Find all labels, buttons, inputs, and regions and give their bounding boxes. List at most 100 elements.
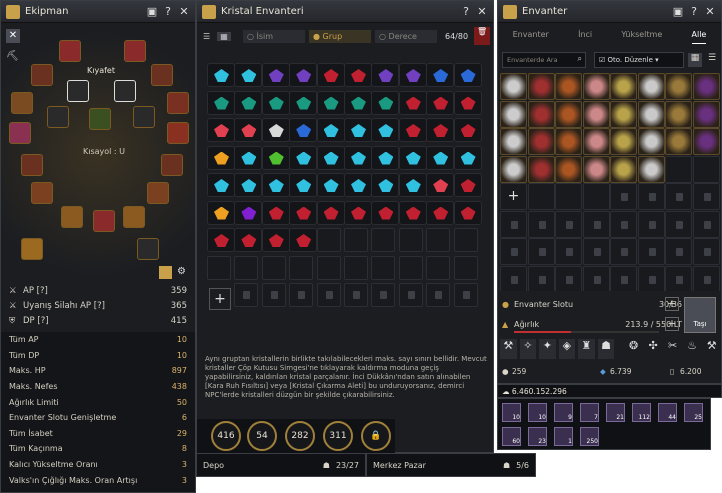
empty-crystal-slot[interactable]: [261, 283, 286, 307]
material-item[interactable]: 9: [554, 403, 573, 422]
empty-crystal-slot[interactable]: [453, 283, 478, 307]
empty-crystal-slot[interactable]: [289, 255, 314, 280]
inventory-item[interactable]: [582, 73, 610, 100]
empty-inventory-slot[interactable]: [555, 265, 582, 291]
page-icon[interactable]: ▣: [146, 5, 158, 18]
search-icon[interactable]: ⌕: [578, 54, 582, 64]
empty-crystal-slot[interactable]: [398, 255, 423, 280]
crystal-slot[interactable]: [371, 200, 400, 225]
crystal-slot[interactable]: [426, 90, 455, 115]
equip-slot[interactable]: [11, 92, 33, 114]
sort-grade-tab[interactable]: ○ Derece: [375, 29, 437, 43]
crystal-slot[interactable]: [453, 118, 482, 142]
equip-slot[interactable]: [47, 106, 69, 128]
inventory-item[interactable]: [555, 128, 582, 155]
tool-icon[interactable]: ✣: [645, 339, 662, 359]
empty-inventory-slot[interactable]: [610, 238, 637, 265]
equip-slot[interactable]: [31, 182, 53, 204]
grid-view-icon[interactable]: ▦: [688, 53, 702, 67]
empty-inventory-slot[interactable]: [582, 183, 610, 210]
empty-inventory-slot[interactable]: [555, 238, 582, 265]
empty-inventory-slot[interactable]: [582, 238, 610, 265]
empty-inventory-slot[interactable]: [500, 265, 527, 291]
crystal-slot[interactable]: [261, 145, 290, 170]
material-item[interactable]: 10: [528, 403, 547, 422]
sort-name-tab[interactable]: ○ İsim: [243, 29, 305, 43]
equip-slot[interactable]: [161, 154, 183, 176]
inventory-item[interactable]: [500, 73, 527, 100]
crystal-slot[interactable]: [316, 200, 345, 225]
empty-inventory-slot[interactable]: [555, 210, 582, 238]
empty-crystal-slot[interactable]: [398, 283, 423, 307]
empty-inventory-slot[interactable]: [692, 238, 720, 265]
material-item[interactable]: 112: [632, 403, 651, 422]
tab-inci[interactable]: İnci: [578, 30, 592, 44]
empty-inventory-slot[interactable]: [527, 210, 555, 238]
crystal-slot[interactable]: [207, 118, 235, 142]
crystal-slot[interactable]: [207, 90, 235, 115]
add-slot-button[interactable]: +: [665, 297, 679, 311]
inventory-item[interactable]: [582, 155, 610, 183]
tool-icon[interactable]: ⚒: [500, 339, 517, 359]
equip-slot[interactable]: [114, 80, 136, 102]
tab-yukseltme[interactable]: Yükseltme: [621, 30, 662, 44]
tool-icon[interactable]: ✦: [539, 339, 556, 359]
empty-inventory-slot[interactable]: [610, 210, 637, 238]
inventory-item[interactable]: [610, 73, 637, 100]
inventory-item[interactable]: [555, 155, 582, 183]
crystal-slot[interactable]: [207, 228, 235, 252]
equip-slot[interactable]: [21, 154, 43, 176]
inventory-titlebar[interactable]: Envanter ▣ ? ✕: [498, 1, 721, 23]
crystal-slot[interactable]: [207, 200, 235, 225]
crystal-slot[interactable]: [344, 90, 372, 115]
equip-slot[interactable]: [9, 122, 31, 144]
crystal-slot[interactable]: [453, 145, 482, 170]
equip-slot[interactable]: [167, 92, 189, 114]
material-item[interactable]: 21: [606, 403, 625, 422]
crystal-slot[interactable]: [289, 228, 318, 252]
inventory-item[interactable]: [692, 73, 720, 100]
help-icon[interactable]: ?: [162, 5, 174, 18]
crystal-slot[interactable]: [426, 145, 455, 170]
empty-inventory-slot[interactable]: [692, 155, 720, 183]
tool-icon[interactable]: ⚒: [703, 339, 720, 359]
search-input[interactable]: Envanterde Ara: [507, 56, 558, 64]
close-icon[interactable]: ✕: [178, 5, 190, 18]
inventory-item[interactable]: [665, 128, 692, 155]
material-item[interactable]: 1: [554, 427, 573, 446]
empty-crystal-slot[interactable]: [316, 228, 341, 252]
material-item[interactable]: 60: [502, 427, 521, 446]
lock-icon[interactable]: 🔒: [361, 421, 391, 451]
empty-crystal-slot[interactable]: [426, 228, 451, 252]
empty-inventory-slot[interactable]: [665, 183, 692, 210]
crystal-slot[interactable]: [344, 173, 372, 197]
empty-inventory-slot[interactable]: [665, 210, 692, 238]
stat-awakening-ap-label[interactable]: Uyanış Silahı AP [?]: [23, 301, 171, 311]
crystal-slot[interactable]: [261, 63, 290, 87]
inventory-item[interactable]: [555, 100, 582, 128]
trash-icon[interactable]: 🗑: [474, 27, 491, 45]
inventory-item[interactable]: [610, 155, 637, 183]
crystal-slot[interactable]: [316, 173, 345, 197]
inventory-item[interactable]: [665, 100, 692, 128]
material-item[interactable]: 250: [580, 427, 599, 446]
crystal-slot[interactable]: [234, 118, 263, 142]
empty-crystal-slot[interactable]: [453, 255, 478, 280]
inventory-item[interactable]: [527, 100, 555, 128]
inventory-item[interactable]: [637, 128, 665, 155]
material-item[interactable]: 10: [502, 403, 521, 422]
tab-alle[interactable]: Alle: [691, 30, 707, 44]
empty-inventory-slot[interactable]: [500, 210, 527, 238]
crystal-slot[interactable]: [289, 145, 318, 170]
equip-slot[interactable]: [151, 64, 173, 86]
empty-crystal-slot[interactable]: [426, 283, 451, 307]
empty-crystal-slot[interactable]: [316, 255, 341, 280]
crystal-slot[interactable]: [398, 200, 427, 225]
close-paperdoll-button[interactable]: ✕: [6, 29, 20, 43]
tool-icon[interactable]: ♜: [578, 339, 595, 359]
crystal-slot[interactable]: [234, 200, 263, 225]
crystal-slot[interactable]: [234, 90, 263, 115]
empty-crystal-slot[interactable]: [344, 228, 368, 252]
empty-crystal-slot[interactable]: [207, 255, 231, 280]
crystal-slot[interactable]: [344, 145, 372, 170]
